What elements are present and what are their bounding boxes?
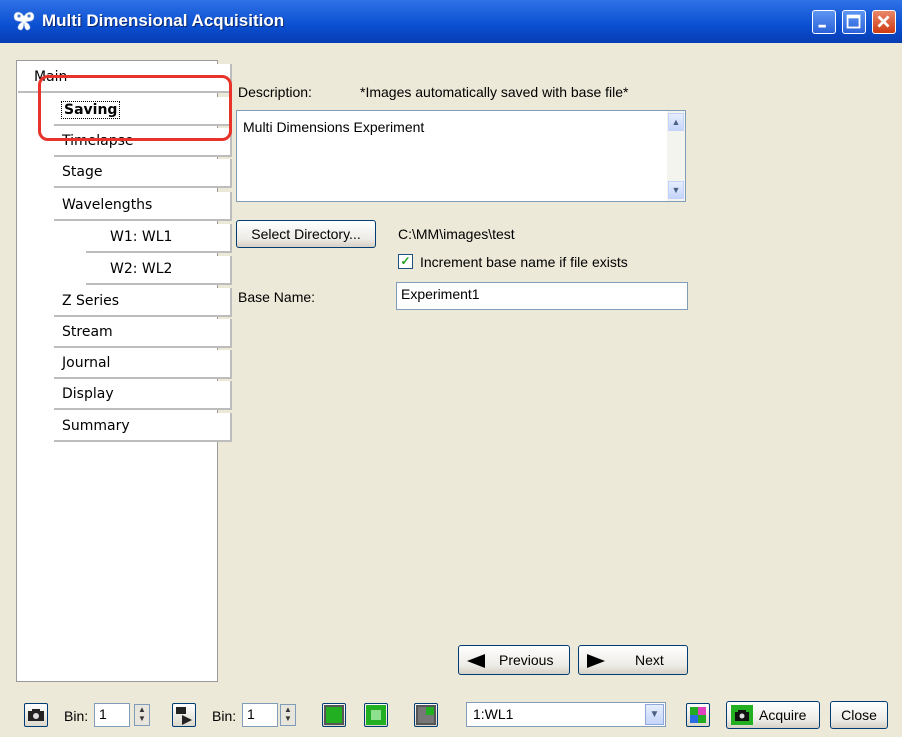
- next-label: Next: [635, 652, 664, 668]
- spin-up-icon[interactable]: ▲: [135, 705, 149, 714]
- close-button[interactable]: Close: [830, 701, 888, 729]
- acquire-label: Acquire: [759, 707, 807, 723]
- nav-item-w2[interactable]: W2: WL2: [86, 256, 232, 285]
- bin-spinner-2[interactable]: ▲ ▼: [280, 704, 296, 726]
- full-frame-button[interactable]: [322, 703, 346, 727]
- close-window-button[interactable]: [872, 10, 896, 34]
- nav-item-stream[interactable]: Stream: [54, 319, 232, 348]
- close-icon: [877, 15, 890, 28]
- increment-checkbox[interactable]: ✓: [398, 254, 413, 269]
- nav-item-label: Timelapse: [62, 133, 134, 149]
- chevron-down-icon[interactable]: ▼: [645, 704, 664, 725]
- wavelength-select[interactable]: 1:WL1 ▼: [466, 702, 666, 727]
- spin-up-icon[interactable]: ▲: [281, 705, 295, 714]
- color-palette-button[interactable]: [686, 703, 710, 727]
- next-button[interactable]: Next: [578, 645, 688, 675]
- nav-item-label: Stream: [62, 324, 113, 340]
- nav-item-label: Display: [62, 386, 114, 402]
- description-label: Description:: [238, 84, 312, 100]
- directory-path: C:\MM\images\test: [398, 226, 515, 242]
- minimize-button[interactable]: [812, 10, 836, 34]
- nav-item-wavelengths[interactable]: Wavelengths: [54, 192, 232, 221]
- previous-button[interactable]: Previous: [458, 645, 570, 675]
- maximize-icon: [846, 14, 861, 29]
- description-textarea[interactable]: Multi Dimensions Experiment ▲ ▼: [236, 110, 686, 202]
- nav-item-label: W2: WL2: [110, 261, 173, 277]
- mda-window: Multi Dimensional Acquisition Main Savin…: [0, 0, 902, 737]
- region-icon: [366, 705, 386, 725]
- title-bar[interactable]: Multi Dimensional Acquisition: [0, 0, 902, 43]
- description-scrollbar[interactable]: ▲ ▼: [667, 111, 685, 201]
- nav-item-w1[interactable]: W1: WL1: [86, 224, 232, 253]
- corner-region-icon: [416, 705, 436, 725]
- previous-label: Previous: [499, 652, 554, 668]
- nav-item-saving[interactable]: Saving: [54, 97, 232, 126]
- butterfly-icon: [13, 11, 35, 31]
- nav-item-label: Wavelengths: [62, 197, 153, 213]
- color-grid-icon: [690, 707, 706, 723]
- acquire-camera-icon: [731, 705, 753, 725]
- bin-input-2[interactable]: 1: [242, 703, 278, 727]
- camera-icon: [28, 709, 44, 721]
- base-name-label: Base Name:: [238, 289, 316, 305]
- description-text: Multi Dimensions Experiment: [243, 119, 425, 135]
- minimize-icon: [818, 24, 826, 28]
- wavelength-selected-value: 1:WL1: [473, 706, 514, 722]
- scroll-down-icon[interactable]: ▼: [668, 181, 684, 199]
- arrow-left-icon: [467, 654, 485, 668]
- nav-main[interactable]: Main: [18, 64, 232, 93]
- video-camera-icon: [176, 707, 192, 725]
- nav-item-label: Stage: [62, 164, 103, 180]
- scroll-up-icon[interactable]: ▲: [668, 113, 684, 131]
- acquire-button[interactable]: Acquire: [726, 701, 820, 729]
- bin-input[interactable]: 1: [94, 703, 130, 727]
- nav-main-label: Main: [34, 69, 68, 85]
- increment-label: Increment base name if file exists: [420, 254, 628, 270]
- stream-camera-button[interactable]: [172, 703, 196, 727]
- nav-item-stage[interactable]: Stage: [54, 159, 232, 188]
- nav-item-summary[interactable]: Summary: [54, 413, 232, 442]
- nav-item-label: Saving: [60, 101, 121, 119]
- nav-item-display[interactable]: Display: [54, 381, 232, 410]
- full-frame-icon: [324, 705, 344, 725]
- maximize-button[interactable]: [842, 10, 866, 34]
- bin-label: Bin:: [64, 708, 89, 724]
- snap-camera-button[interactable]: [24, 703, 48, 727]
- nav-item-label: Journal: [62, 355, 111, 371]
- arrow-right-icon: [587, 654, 605, 668]
- nav-item-label: Summary: [62, 418, 130, 434]
- spin-down-icon[interactable]: ▼: [281, 714, 295, 723]
- region-button[interactable]: [364, 703, 388, 727]
- nav-item-journal[interactable]: Journal: [54, 350, 232, 379]
- base-name-input[interactable]: Experiment1: [396, 282, 688, 310]
- window-title: Multi Dimensional Acquisition: [42, 11, 285, 30]
- spin-down-icon[interactable]: ▼: [135, 714, 149, 723]
- nav-item-label: Z Series: [62, 293, 120, 309]
- corner-region-button[interactable]: [414, 703, 438, 727]
- bin-label-2: Bin:: [212, 708, 237, 724]
- bin-spinner[interactable]: ▲ ▼: [134, 704, 150, 726]
- nav-item-z-series[interactable]: Z Series: [54, 288, 232, 317]
- autosave-note: *Images automatically saved with base fi…: [360, 84, 629, 100]
- nav-item-label: W1: WL1: [110, 229, 173, 245]
- nav-item-timelapse[interactable]: Timelapse: [54, 128, 232, 157]
- select-directory-button[interactable]: Select Directory...: [236, 220, 376, 248]
